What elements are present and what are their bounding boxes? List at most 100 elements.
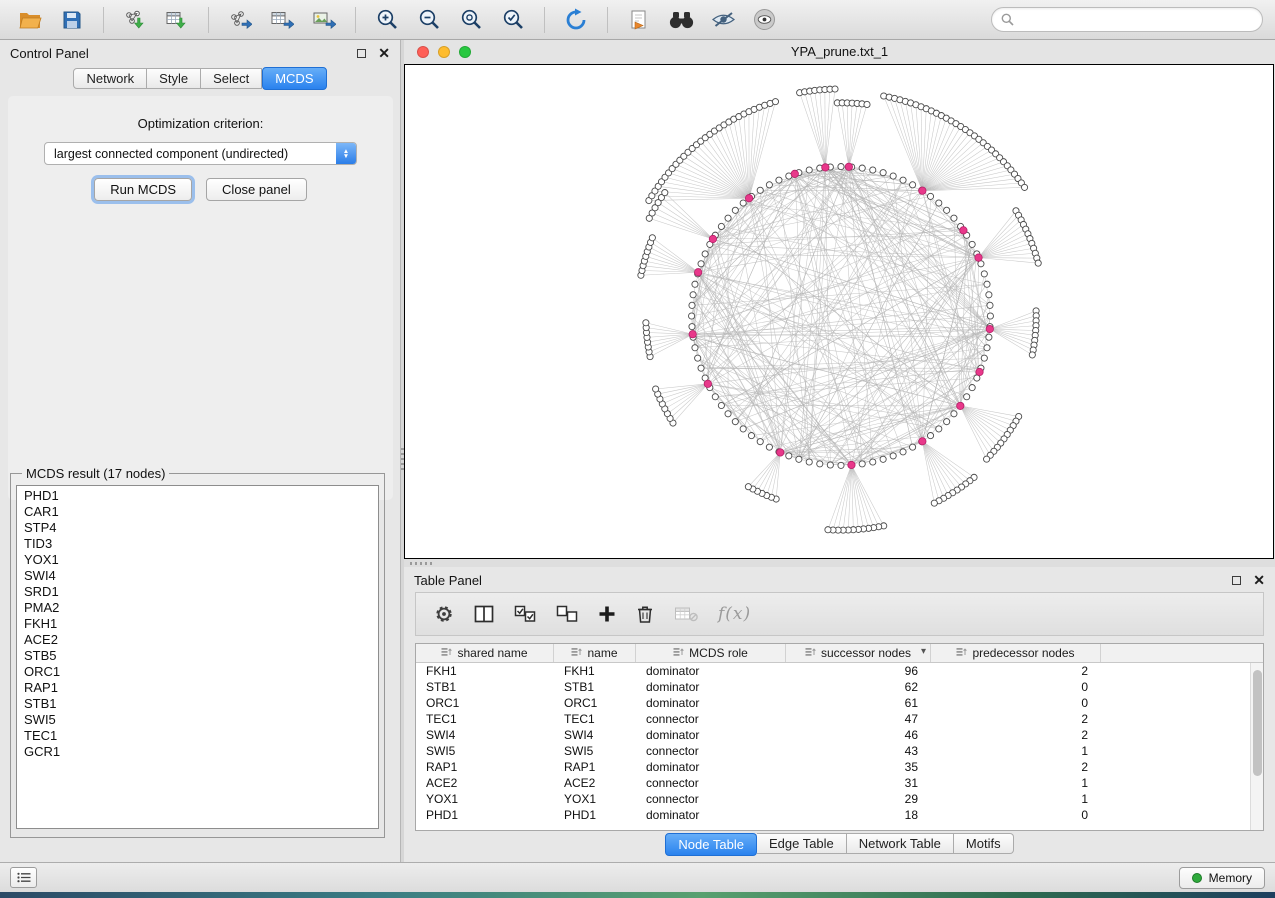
column-header-mcds-role[interactable]: MCDS role bbox=[636, 644, 786, 662]
search-network-icon[interactable] bbox=[663, 5, 699, 35]
table-cell: connector bbox=[636, 744, 786, 758]
result-item[interactable]: SWI5 bbox=[17, 712, 378, 728]
result-item[interactable]: ORC1 bbox=[17, 664, 378, 680]
table-cell: 29 bbox=[786, 792, 931, 806]
result-item[interactable]: TID3 bbox=[17, 536, 378, 552]
table-row[interactable]: ORC1ORC1dominator610 bbox=[416, 695, 1250, 711]
tab-edge-table[interactable]: Edge Table bbox=[757, 833, 847, 854]
close-panel-button[interactable]: Close panel bbox=[206, 178, 307, 201]
memory-button[interactable]: Memory bbox=[1179, 867, 1265, 889]
column-header-successor-nodes[interactable]: successor nodes▾ bbox=[786, 644, 931, 662]
table-scrollbar[interactable] bbox=[1250, 663, 1263, 830]
result-item[interactable]: PHD1 bbox=[17, 488, 378, 504]
zoom-out-icon[interactable] bbox=[411, 5, 447, 35]
table-row[interactable]: ACE2ACE2connector311 bbox=[416, 775, 1250, 791]
column-header-shared-name[interactable]: shared name bbox=[416, 644, 554, 662]
tab-network-table[interactable]: Network Table bbox=[847, 833, 954, 854]
run-mcds-button[interactable]: Run MCDS bbox=[94, 178, 192, 201]
column-header-name[interactable]: name bbox=[554, 644, 636, 662]
refresh-icon[interactable] bbox=[558, 5, 594, 35]
export-table-icon[interactable] bbox=[264, 5, 300, 35]
zoom-in-icon[interactable] bbox=[369, 5, 405, 35]
tab-network[interactable]: Network bbox=[73, 68, 147, 89]
result-item[interactable]: YOX1 bbox=[17, 552, 378, 568]
table-cell: 47 bbox=[786, 712, 931, 726]
import-network-icon[interactable] bbox=[117, 5, 153, 35]
split-columns-icon[interactable] bbox=[474, 605, 494, 623]
result-item[interactable]: ACE2 bbox=[17, 632, 378, 648]
table-cell: ACE2 bbox=[554, 776, 636, 790]
result-item[interactable]: TEC1 bbox=[17, 728, 378, 744]
table-cell: 2 bbox=[931, 728, 1101, 742]
window-close-icon[interactable] bbox=[417, 46, 429, 58]
eye-icon[interactable] bbox=[747, 5, 783, 35]
clone-network-icon[interactable] bbox=[621, 5, 657, 35]
tab-motifs[interactable]: Motifs bbox=[954, 833, 1014, 854]
float-panel-icon[interactable] bbox=[357, 49, 366, 58]
column-filter-arrow-icon[interactable]: ▾ bbox=[921, 646, 926, 657]
import-table-disabled-icon bbox=[674, 605, 698, 623]
close-panel-icon[interactable]: ✕ bbox=[378, 46, 390, 60]
mcds-result-title: MCDS result (17 nodes) bbox=[22, 466, 169, 481]
window-maximize-icon[interactable] bbox=[459, 46, 471, 58]
table-panel-title: Table Panel bbox=[414, 573, 482, 588]
horizontal-splitter[interactable] bbox=[404, 559, 1275, 567]
export-image-icon[interactable] bbox=[306, 5, 342, 35]
table-row[interactable]: SWI4SWI4dominator462 bbox=[416, 727, 1250, 743]
tab-mcds[interactable]: MCDS bbox=[262, 67, 326, 90]
close-table-panel-icon[interactable]: ✕ bbox=[1253, 573, 1265, 587]
search-input[interactable] bbox=[1020, 13, 1253, 27]
network-view[interactable] bbox=[404, 64, 1274, 559]
table-cell: TEC1 bbox=[554, 712, 636, 726]
export-network-icon[interactable] bbox=[222, 5, 258, 35]
task-history-button[interactable] bbox=[10, 867, 37, 888]
result-item[interactable]: STB5 bbox=[17, 648, 378, 664]
result-item[interactable]: RAP1 bbox=[17, 680, 378, 696]
zoom-selected-icon[interactable] bbox=[495, 5, 531, 35]
tab-select[interactable]: Select bbox=[201, 68, 262, 89]
float-table-panel-icon[interactable] bbox=[1232, 576, 1241, 585]
table-row[interactable]: PHD1PHD1dominator180 bbox=[416, 807, 1250, 823]
control-panel-tabs: NetworkStyleSelectMCDS bbox=[0, 66, 400, 90]
sort-icon bbox=[571, 646, 582, 660]
tab-node-table[interactable]: Node Table bbox=[665, 833, 757, 856]
table-row[interactable]: STB1STB1dominator620 bbox=[416, 679, 1250, 695]
trash-icon[interactable] bbox=[636, 604, 654, 624]
result-item[interactable]: STP4 bbox=[17, 520, 378, 536]
open-file-icon[interactable] bbox=[12, 5, 48, 35]
window-minimize-icon[interactable] bbox=[438, 46, 450, 58]
table-cell: 31 bbox=[786, 776, 931, 790]
result-item[interactable]: SWI4 bbox=[17, 568, 378, 584]
table-cell: 1 bbox=[931, 792, 1101, 806]
result-item[interactable]: STB1 bbox=[17, 696, 378, 712]
function-builder-button[interactable]: f(x) bbox=[718, 604, 751, 624]
table-row[interactable]: TEC1TEC1connector472 bbox=[416, 711, 1250, 727]
table-row[interactable]: SWI5SWI5connector431 bbox=[416, 743, 1250, 759]
clear-selection-icon[interactable] bbox=[556, 605, 578, 623]
dropdown-stepper-icon: ▲▼ bbox=[336, 143, 356, 164]
network-graph bbox=[405, 65, 1273, 558]
column-header-predecessor-nodes[interactable]: predecessor nodes bbox=[931, 644, 1101, 662]
status-bar: Memory bbox=[0, 862, 1275, 892]
sort-icon bbox=[956, 646, 967, 660]
select-all-icon[interactable] bbox=[514, 605, 536, 623]
result-item[interactable]: SRD1 bbox=[17, 584, 378, 600]
zoom-fit-icon[interactable] bbox=[453, 5, 489, 35]
import-table-icon[interactable] bbox=[159, 5, 195, 35]
add-icon[interactable] bbox=[598, 605, 616, 623]
result-item[interactable]: GCR1 bbox=[17, 744, 378, 760]
table-row[interactable]: YOX1YOX1connector291 bbox=[416, 791, 1250, 807]
gear-icon[interactable] bbox=[434, 604, 454, 624]
table-row[interactable]: FKH1FKH1dominator962 bbox=[416, 663, 1250, 679]
tab-style[interactable]: Style bbox=[147, 68, 201, 89]
result-item[interactable]: FKH1 bbox=[17, 616, 378, 632]
result-item[interactable]: PMA2 bbox=[17, 600, 378, 616]
table-cell: 18 bbox=[786, 808, 931, 822]
save-icon[interactable] bbox=[54, 5, 90, 35]
result-item[interactable]: CAR1 bbox=[17, 504, 378, 520]
hide-panels-icon[interactable] bbox=[705, 5, 741, 35]
table-cell: SWI4 bbox=[416, 728, 554, 742]
scrollbar-thumb[interactable] bbox=[1253, 670, 1262, 776]
table-row[interactable]: RAP1RAP1dominator352 bbox=[416, 759, 1250, 775]
optimization-dropdown[interactable]: largest connected component (undirected)… bbox=[44, 142, 357, 165]
